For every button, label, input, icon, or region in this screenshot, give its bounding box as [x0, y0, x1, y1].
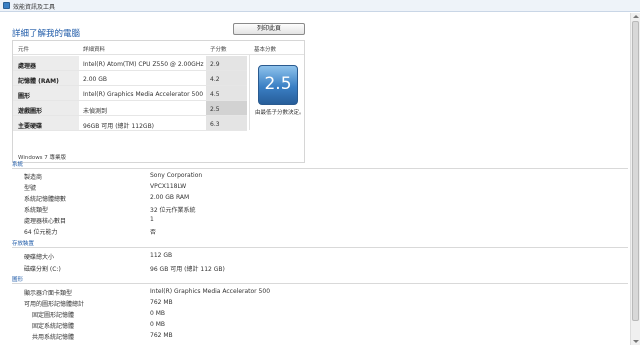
- base-score-column: 2.5 由最低子分數決定。: [249, 55, 305, 130]
- info-value: 2.00 GB RAM: [150, 194, 190, 201]
- header-base-score: 基本分數: [254, 47, 277, 53]
- info-value: 762 MB: [150, 299, 173, 306]
- section-divider: [12, 168, 628, 169]
- score-table-header: 元件 詳細資料 子分數 基本分數: [13, 41, 304, 55]
- score-row-processor: 處理器 Intel(R) Atom(TM) CPU Z550 @ 2.00GHz…: [13, 56, 247, 71]
- info-value: Sony Corporation: [150, 172, 203, 179]
- graphics-section: 圖形 顯示器介面卡類型 Intel(R) Graphics Media Acce…: [12, 275, 628, 345]
- base-score-badge: 2.5: [258, 65, 298, 105]
- info-label: 製造商: [24, 174, 43, 181]
- info-value: 96 GB 可用 (總計 112 GB): [150, 266, 225, 273]
- info-value: VPCX118LW: [150, 183, 187, 190]
- info-label: 顯示器介面卡類型: [24, 290, 73, 297]
- score-row-gaming-graphics: 遊戲圖形 未偵測到 2.5: [13, 101, 247, 116]
- app-icon: [3, 2, 10, 9]
- window-title: 效能資訊及工具: [13, 4, 56, 11]
- page-title: 詳細了解我的電腦: [12, 29, 81, 39]
- section-title-storage: 存放裝置: [12, 241, 35, 247]
- info-value: 1: [150, 216, 154, 223]
- row-subscore: 4.5: [210, 90, 220, 98]
- storage-section: 存放裝置 硬碟總大小 112 GB 磁碟分割 (C:) 96 GB 可用 (總計…: [12, 239, 628, 275]
- info-value: 32 位元作業系統: [150, 207, 196, 214]
- system-section: 系統 製造商 Sony Corporation 型號 VPCX118LW 系統記…: [12, 160, 628, 245]
- info-label: 共用系統記憶體: [32, 334, 75, 341]
- section-divider: [12, 283, 628, 284]
- content-area: 詳細了解我的電腦 列印此頁 元件 詳細資料 子分數 基本分數 處理器 Intel…: [0, 13, 628, 345]
- info-label: 固定系統記憶體: [32, 323, 75, 330]
- row-label: 遊戲圖形: [18, 107, 43, 115]
- info-value: 112 GB: [150, 252, 173, 259]
- info-label: 處理器核心數目: [24, 218, 67, 225]
- row-subscore: 4.2: [210, 75, 220, 83]
- section-title-graphics: 圖形: [12, 277, 24, 283]
- info-label: 可用的圖形記憶體總計: [24, 301, 85, 308]
- section-title-system: 系統: [12, 162, 24, 168]
- info-value: 762 MB: [150, 332, 173, 339]
- row-label: 主要硬碟: [18, 122, 43, 130]
- row-subscore: 2.5: [210, 105, 220, 113]
- row-detail: 2.00 GB: [83, 75, 108, 83]
- vertical-scrollbar[interactable]: [630, 13, 640, 345]
- row-detail: 未偵測到: [83, 107, 108, 115]
- row-subscore: 2.9: [210, 60, 220, 68]
- info-value: 否: [150, 229, 157, 236]
- header-subscore: 子分數: [210, 47, 227, 53]
- info-label: 型號: [24, 185, 37, 192]
- section-divider: [12, 247, 628, 248]
- header-component: 元件: [18, 47, 30, 53]
- scroll-down-icon[interactable]: [633, 340, 639, 343]
- score-row-memory: 記憶體 (RAM) 2.00 GB 4.2: [13, 71, 247, 86]
- scroll-up-icon[interactable]: [633, 15, 639, 18]
- row-detail: Intel(R) Atom(TM) CPU Z550 @ 2.00GHz: [83, 60, 204, 68]
- row-label: 記憶體 (RAM): [18, 77, 59, 85]
- info-label: 系統記憶體總數: [24, 196, 67, 203]
- row-label: 圖形: [18, 92, 31, 100]
- title-bar: 效能資訊及工具: [0, 0, 640, 12]
- row-subscore: 6.3: [210, 120, 220, 128]
- base-score-value: 2.5: [264, 74, 292, 94]
- row-label: 處理器: [18, 62, 37, 70]
- score-table: 元件 詳細資料 子分數 基本分數 處理器 Intel(R) Atom(TM) C…: [12, 40, 305, 163]
- info-value: 0 MB: [150, 310, 166, 317]
- info-label: 系統類型: [24, 207, 49, 214]
- info-label: 磁碟分割 (C:): [24, 266, 61, 273]
- info-value: 0 MB: [150, 321, 166, 328]
- info-label: 固定圖形記憶體: [32, 312, 75, 319]
- header-details: 詳細資料: [83, 47, 106, 53]
- info-label: 64 位元能力: [24, 229, 58, 236]
- info-label: 硬碟總大小: [24, 254, 55, 261]
- scrollbar-thumb[interactable]: [632, 21, 639, 321]
- score-row-graphics: 圖形 Intel(R) Graphics Media Accelerator 5…: [13, 86, 247, 101]
- info-value: Intel(R) Graphics Media Accelerator 500: [150, 288, 271, 295]
- row-detail: Intel(R) Graphics Media Accelerator 500: [83, 90, 204, 98]
- base-score-note: 由最低子分數決定。: [255, 110, 305, 116]
- print-page-button[interactable]: 列印此頁: [233, 23, 305, 35]
- row-detail: 96GB 可用 (總計 112GB): [83, 122, 155, 130]
- score-row-primary-disk: 主要硬碟 96GB 可用 (總計 112GB) 6.3: [13, 116, 247, 131]
